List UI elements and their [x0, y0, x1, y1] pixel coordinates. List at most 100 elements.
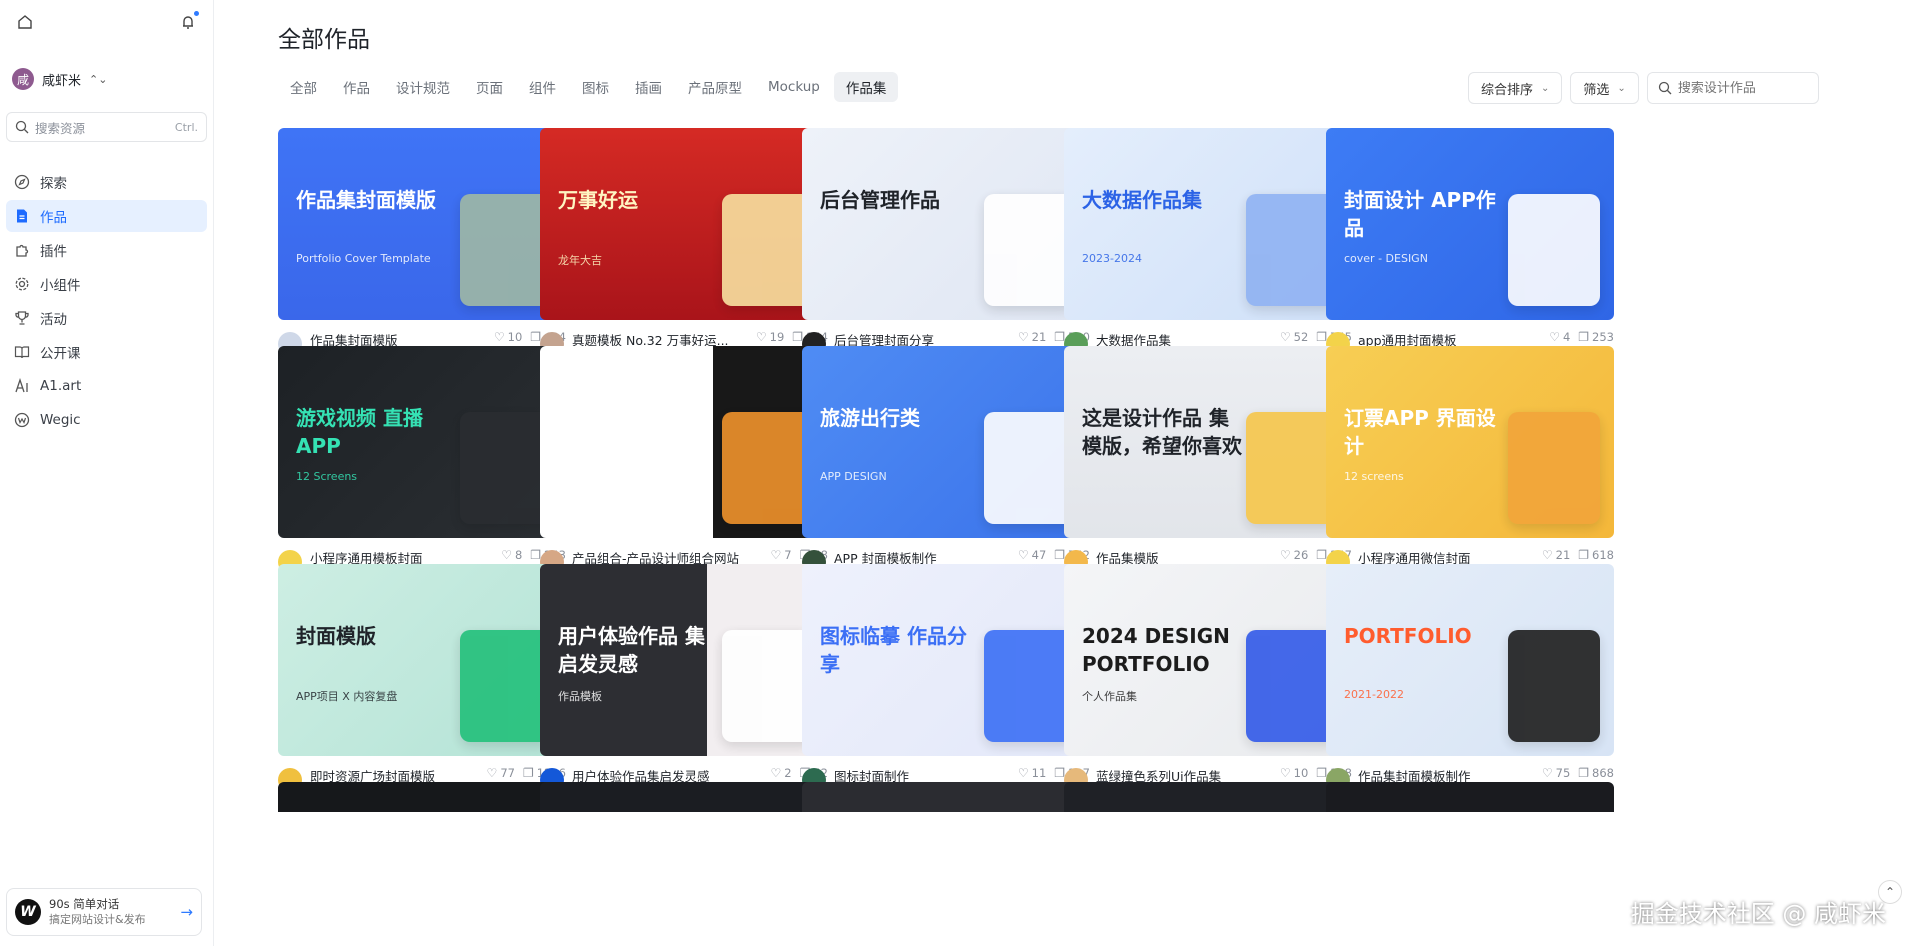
search-shortcut: Ctrl.	[174, 120, 198, 134]
sidebar-item-events[interactable]: 活动	[6, 302, 207, 334]
work-card[interactable]: 万事好运 龙年大吉 真题模板 No.32 万事好运... 半盏萤火 ♡ 19 ❐…	[540, 128, 828, 366]
thumbnail-subtitle: 2021-2022	[1344, 688, 1404, 701]
work-card[interactable]: 产品 设计师 作品集 I'm Jenny, Product Designer 产…	[540, 346, 828, 584]
work-thumbnail[interactable]: 订票APP 界面设计 12 screens	[1326, 346, 1614, 538]
heart-icon[interactable]: ♡	[1018, 548, 1029, 562]
copy-icon: ❐	[1578, 766, 1590, 780]
thumbnail-decoration	[460, 194, 552, 306]
work-thumbnail[interactable]: 万事好运 龙年大吉	[540, 128, 828, 320]
work-card[interactable]: 作品集封面模版 Portfolio Cover Template 作品集封面模版…	[278, 128, 566, 366]
work-thumbnail[interactable]: 用户体验作品 集启发灵感 作品模板	[540, 564, 828, 756]
work-card[interactable]: 2024 DESIGN PORTFOLIO 个人作品集 蓝绿撞色系列Ui作品集 …	[1064, 564, 1352, 802]
heart-icon[interactable]: ♡	[1549, 330, 1560, 344]
user-switcher[interactable]: 咸 咸虾米 ⌃⌄	[0, 44, 213, 100]
like-count: 7	[784, 548, 792, 562]
work-thumbnail[interactable]: 后台管理作品	[802, 128, 1090, 320]
heart-icon[interactable]: ♡	[1018, 766, 1029, 780]
work-thumbnail[interactable]: 封面模版 APP项目 X 内容复盘	[278, 564, 566, 756]
heart-icon[interactable]: ♡	[494, 330, 505, 344]
work-card[interactable]: PORTFOLIO 2021-2022 作品集封面模板制作 lyxa ♡ 75 …	[1326, 564, 1614, 802]
tab-prototypes[interactable]: 产品原型	[676, 72, 754, 102]
heart-icon[interactable]: ♡	[1018, 330, 1029, 344]
thumbnail-decoration	[1508, 630, 1600, 742]
work-thumbnail[interactable]: 图标临摹 作品分享	[802, 564, 1090, 756]
work-card[interactable]: 这是设计作品 集模版，希望你喜欢 作品集模版 椰子嘴嘴 ♡ 26 ❐ 347	[1064, 346, 1352, 584]
work-card-partial[interactable]	[540, 782, 828, 812]
thumbnail-subtitle: APP DESIGN	[820, 470, 887, 483]
work-thumbnail[interactable]: 2024 DESIGN PORTFOLIO 个人作品集	[1064, 564, 1352, 756]
heart-icon[interactable]: ♡	[756, 330, 767, 344]
chevron-down-icon: ⌄	[1541, 82, 1550, 94]
tab-all[interactable]: 全部	[278, 72, 329, 102]
work-card-partial[interactable]	[1064, 782, 1352, 812]
heart-icon[interactable]: ♡	[1280, 548, 1291, 562]
sidebar-item-courses[interactable]: 公开课	[6, 336, 207, 368]
copy-icon: ❐	[1578, 548, 1590, 562]
heart-icon[interactable]: ♡	[771, 766, 782, 780]
work-thumbnail[interactable]: 游戏视频 直播APP 12 Screens	[278, 346, 566, 538]
sidebar-item-explore[interactable]: 探索	[6, 166, 207, 198]
heart-icon[interactable]: ♡	[501, 548, 512, 562]
work-thumbnail[interactable]: 这是设计作品 集模版，希望你喜欢	[1064, 346, 1352, 538]
work-thumbnail[interactable]: PORTFOLIO 2021-2022	[1326, 564, 1614, 756]
home-icon[interactable]	[16, 13, 34, 31]
work-thumbnail[interactable]: 大数据作品集 2023-2024	[1064, 128, 1352, 320]
thumbnail-title: 作品集封面模版	[296, 188, 436, 212]
sidebar-item-a1art[interactable]: A1.art	[6, 370, 207, 402]
work-thumbnail[interactable]	[540, 782, 828, 812]
search-input[interactable]	[1677, 80, 1808, 96]
tab-mockup[interactable]: Mockup	[756, 72, 832, 102]
filter-dropdown[interactable]: 筛选 ⌄	[1570, 72, 1639, 104]
work-card[interactable]: 封面模版 APP项目 X 内容复盘 即时资源广场封面模版 椰子嘴嘴 ♡ 77 ❐…	[278, 564, 566, 802]
chevron-updown-icon: ⌃⌄	[89, 72, 108, 86]
thumbnail-decoration	[984, 412, 1076, 524]
sort-dropdown[interactable]: 综合排序 ⌄	[1468, 72, 1563, 104]
heart-icon[interactable]: ♡	[1542, 548, 1553, 562]
work-thumbnail[interactable]	[1326, 782, 1614, 812]
avatar: 咸	[12, 68, 34, 90]
sidebar-item-works[interactable]: 作品	[6, 200, 207, 232]
gear-icon	[15, 277, 29, 291]
heart-icon[interactable]: ♡	[1280, 330, 1291, 344]
work-card[interactable]: 游戏视频 直播APP 12 Screens 小程序通用模板封面 goodRay …	[278, 346, 566, 584]
work-card[interactable]: 大数据作品集 2023-2024 大数据作品集 Alanan阿兰那 ♡ 52 ❐…	[1064, 128, 1352, 366]
thumbnail-decoration	[1246, 630, 1338, 742]
work-thumbnail[interactable]: 作品集封面模版 Portfolio Cover Template	[278, 128, 566, 320]
heart-icon[interactable]: ♡	[1542, 766, 1553, 780]
tab-icons[interactable]: 图标	[570, 72, 621, 102]
work-card-partial[interactable]	[278, 782, 566, 812]
work-card[interactable]: 图标临摹 作品分享 图标封面制作 平平无奇猫 ♡ 11 ❐ 197	[802, 564, 1090, 802]
work-card[interactable]: 旅游出行类 APP DESIGN APP 封面模板制作 平平无奇猫 ♡ 47 ❐…	[802, 346, 1090, 584]
work-card-partial[interactable]	[802, 782, 1090, 812]
search-box[interactable]	[1646, 72, 1819, 104]
sidebar-item-widgets[interactable]: 小组件	[6, 268, 207, 300]
heart-icon[interactable]: ♡	[1280, 766, 1291, 780]
work-card[interactable]: 封面设计 APP作品 cover - DESIGN app通用封面模板 good…	[1326, 128, 1614, 366]
work-thumbnail[interactable]: 产品 设计师 作品集 I'm Jenny, Product Designer	[540, 346, 828, 538]
tab-components[interactable]: 组件	[517, 72, 568, 102]
work-thumbnail[interactable]	[802, 782, 1090, 812]
work-thumbnail[interactable]: 旅游出行类 APP DESIGN	[802, 346, 1090, 538]
thumbnail-subtitle: cover - DESIGN	[1344, 252, 1428, 265]
work-card-partial[interactable]	[1326, 782, 1614, 812]
promo-card[interactable]: W 90s 简单对话 搞定网站设计&发布 →	[6, 888, 202, 936]
work-thumbnail[interactable]	[278, 782, 566, 812]
sidebar-item-wegic[interactable]: Wegic	[6, 404, 207, 436]
tab-illustrations[interactable]: 插画	[623, 72, 674, 102]
work-thumbnail[interactable]	[1064, 782, 1352, 812]
work-card[interactable]: 后台管理作品 后台管理封面分享 ganDaDa ♡ 21 ❐ 590	[802, 128, 1090, 366]
thumbnail-subtitle: I'm Jenny, Product Designer	[558, 470, 711, 483]
tab-design-spec[interactable]: 设计规范	[384, 72, 462, 102]
work-thumbnail[interactable]: 封面设计 APP作品 cover - DESIGN	[1326, 128, 1614, 320]
sidebar-search[interactable]: 搜索资源 Ctrl.	[6, 112, 207, 142]
sidebar-item-plugins[interactable]: 插件	[6, 234, 207, 266]
tab-works[interactable]: 作品	[331, 72, 382, 102]
heart-icon[interactable]: ♡	[487, 766, 498, 780]
heart-icon[interactable]: ♡	[771, 548, 782, 562]
compass-icon	[14, 174, 30, 190]
work-card[interactable]: 订票APP 界面设计 12 screens 小程序通用微信封面 goodRay …	[1326, 346, 1614, 584]
bell-icon[interactable]	[179, 11, 199, 31]
tab-pages[interactable]: 页面	[464, 72, 515, 102]
work-card[interactable]: 用户体验作品 集启发灵感 作品模板 用户体验作品集启发灵感 Behance ♡ …	[540, 564, 828, 802]
tab-portfolio[interactable]: 作品集	[833, 72, 899, 102]
